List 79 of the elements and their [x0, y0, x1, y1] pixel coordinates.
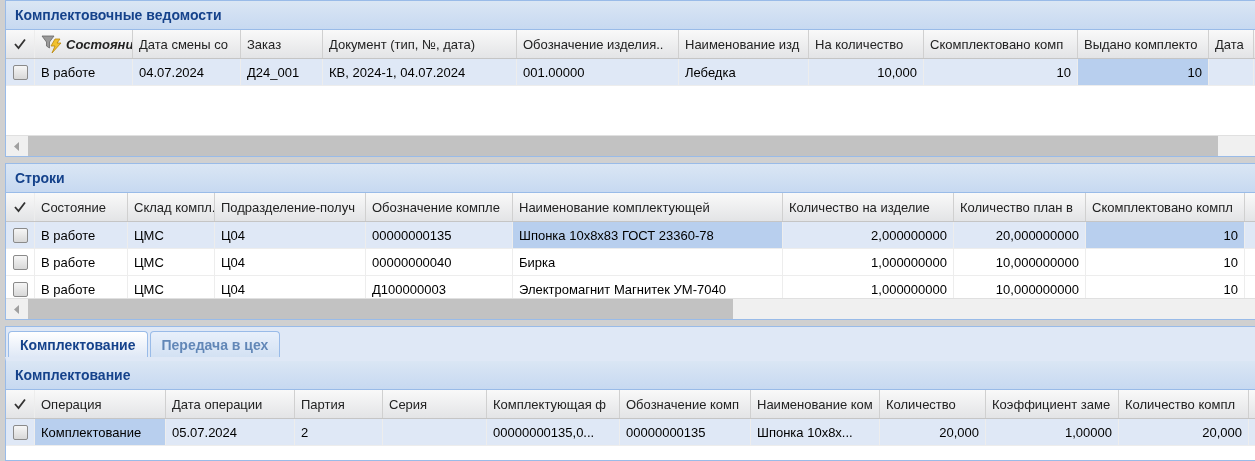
panel-title: Комплектование — [15, 367, 131, 383]
column-header[interactable]: Наименование комплектующей — [513, 193, 783, 221]
column-header[interactable]: Наименование ком — [751, 390, 880, 418]
table-cell: Д24_001 — [241, 59, 323, 85]
table-cell: 1,000000000 — [783, 249, 954, 275]
table-cell: 10 — [1086, 222, 1245, 248]
table-row[interactable]: В работе ЦМС Ц04 00000000135 Шпонка 10x8x83 ГОСТ 23360-78 2,000000000 20,000000000 10 — [6, 222, 1255, 249]
column-header[interactable]: Коэффициент заме — [986, 390, 1119, 418]
panel-title: Комплектовочные ведомости — [15, 7, 222, 23]
row-checkbox[interactable] — [12, 64, 28, 80]
table-cell: В работе — [35, 222, 128, 248]
table-row[interactable]: В работе ЦМС Ц04 00000000040 Бирка 1,000000000 10,000000000 10 — [6, 249, 1255, 276]
row-checkbox[interactable] — [12, 424, 28, 440]
column-header[interactable]: Количество компл — [1119, 390, 1249, 418]
table-cell: Комплектование — [35, 419, 166, 445]
column-header[interactable]: Дата операции — [166, 390, 295, 418]
table-cell: 10 — [1078, 59, 1209, 85]
column-header[interactable]: Партия — [295, 390, 383, 418]
column-header[interactable]: Скомплектовано комп — [924, 30, 1078, 58]
table-cell: 10 — [1086, 249, 1245, 275]
column-header[interactable]: Дата смены со — [133, 30, 241, 58]
column-header[interactable]: Подразделение-получ — [215, 193, 366, 221]
table-cell: Ц04 — [215, 249, 366, 275]
row-checkbox[interactable] — [12, 254, 28, 270]
check-column-icon — [13, 398, 27, 410]
column-header[interactable]: Заказ — [241, 30, 323, 58]
table-cell: ЦМС — [128, 222, 215, 248]
table-cell: 001.00000 — [517, 59, 679, 85]
column-header[interactable]: Выдано комплекто — [1078, 30, 1209, 58]
horizontal-scrollbar[interactable] — [6, 135, 1255, 156]
table-cell: 2,000000000 — [783, 222, 954, 248]
column-header[interactable]: Комплектующая ф — [487, 390, 620, 418]
column-header[interactable]: Обозначение изделия.. — [517, 30, 679, 58]
panel-title: Строки — [15, 170, 65, 186]
table-cell: Шпонка 10x8x... — [751, 419, 880, 445]
column-header[interactable]: Дата — [1209, 30, 1254, 58]
table-row[interactable]: Комплектование 05.07.2024 2 00000000135,0... 00000000135 Шпонка 10x8x... 20,000 1,00000 20,000 — [6, 419, 1255, 446]
table-cell: 2 — [295, 419, 383, 445]
table-cell: В работе — [35, 59, 133, 85]
table-cell: 00000000135,0... — [487, 419, 620, 445]
table-cell: Ц04 — [215, 222, 366, 248]
table-cell: 10,000 — [809, 59, 924, 85]
table-cell: КВ, 2024-1, 04.07.2024 — [323, 59, 517, 85]
table-cell: 10,000000000 — [954, 249, 1086, 275]
tab[interactable]: Комплектование — [8, 331, 148, 357]
table-cell: Бирка — [513, 249, 783, 275]
table-cell: 04.07.2024 — [133, 59, 241, 85]
column-header[interactable]: Количество — [880, 390, 986, 418]
column-header[interactable]: Количество на изделие — [783, 193, 954, 221]
column-header[interactable]: Состояние — [35, 193, 128, 221]
column-header[interactable]: На количество — [809, 30, 924, 58]
row-checkbox[interactable] — [12, 227, 28, 243]
table-cell: В работе — [35, 249, 128, 275]
table-row[interactable]: В работе 04.07.2024 Д24_001 КВ, 2024-1, 04.07.2024 001.00000 Лебедка 10,000 10 10 — [6, 59, 1255, 86]
column-header[interactable]: Операция — [35, 390, 166, 418]
table-cell: ЦМС — [128, 249, 215, 275]
table-cell: Шпонка 10x8x83 ГОСТ 23360-78 — [513, 222, 783, 248]
table-cell: Лебедка — [679, 59, 809, 85]
column-header[interactable]: Серия — [383, 390, 487, 418]
table-cell: 20,000 — [1119, 419, 1249, 445]
column-header[interactable]: Обозначение комп — [620, 390, 751, 418]
table-cell: 00000000040 — [366, 249, 513, 275]
scroll-left-icon[interactable] — [14, 304, 20, 314]
horizontal-scrollbar[interactable] — [6, 298, 1255, 319]
column-header[interactable]: Количество план в — [954, 193, 1086, 221]
column-header[interactable]: Скомплектовано компл — [1086, 193, 1245, 221]
scroll-left-icon[interactable] — [14, 141, 20, 151]
column-header[interactable]: Склад компл. — [128, 193, 215, 221]
row-checkbox[interactable] — [12, 281, 28, 297]
column-header[interactable]: Обозначение компле — [366, 193, 513, 221]
check-column-icon — [13, 38, 27, 50]
filter-icon[interactable] — [41, 34, 63, 54]
table-cell: 1,00000 — [986, 419, 1119, 445]
table-cell: 05.07.2024 — [166, 419, 295, 445]
table-cell: 00000000135 — [620, 419, 751, 445]
check-column-icon — [13, 201, 27, 213]
table-cell: 20,000 — [880, 419, 986, 445]
column-header[interactable]: Документ (тип, №, дата) — [323, 30, 517, 58]
column-header[interactable]: Наименование изд — [679, 30, 809, 58]
